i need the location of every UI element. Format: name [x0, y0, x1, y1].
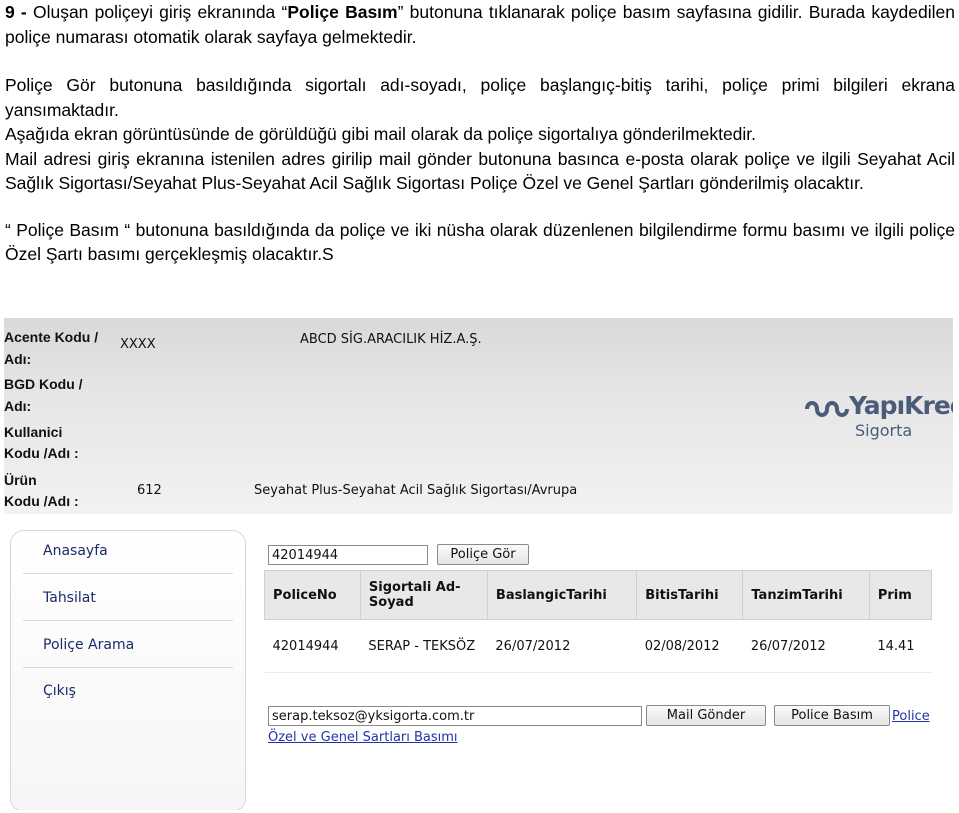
- menu-divider: [23, 667, 233, 668]
- col-header: PoliceNo: [264, 570, 361, 620]
- main-panel: 42014944 Poliçe Gör PoliceNo Sigortali A…: [254, 530, 953, 810]
- screenshot-header: Acente Kodu / XXXX ABCD SİG.ARACILIK HİZ…: [4, 318, 953, 514]
- col-header: TanzimTarihi: [742, 570, 870, 620]
- p1-text-a: Oluşan poliçeyi giriş ekranında “: [32, 2, 288, 22]
- email-input[interactable]: serap.teksoz@yksigorta.com.tr: [268, 706, 642, 726]
- table-cell: 26/07/2012: [742, 619, 870, 673]
- table-cell: 02/08/2012: [636, 619, 743, 673]
- policy-table: PoliceNo Sigortali Ad-Soyad BaslangicTar…: [264, 570, 933, 673]
- police-link[interactable]: Police: [892, 709, 930, 724]
- kullanici-kodu-label: Kodu /Adı :: [4, 445, 79, 461]
- table-cell: 26/07/2012: [487, 619, 637, 673]
- paragraph-1: 9 - Oluşan poliçeyi giriş ekranında “Pol…: [5, 0, 955, 49]
- paragraph-3: Aşağıda ekran görüntüsünde de görüldüğü …: [5, 124, 757, 144]
- policy-number-input[interactable]: 42014944: [268, 545, 428, 565]
- logo-text: YapıKredi: [849, 391, 953, 420]
- table-cell: 14.41: [869, 619, 932, 673]
- conditions-print-link[interactable]: Özel ve Genel Sartları Basımı: [268, 730, 458, 745]
- logo-subtext: Sigorta: [855, 421, 913, 440]
- urun-code: 612: [137, 483, 162, 498]
- table-cell: 42014944: [264, 619, 361, 673]
- logo-swirl-icon: [805, 401, 849, 417]
- menu-anasayfa[interactable]: Anasayfa: [43, 543, 108, 559]
- urun-name: Seyahat Plus-Seyahat Acil Sağlık Sigorta…: [254, 483, 578, 498]
- table-header-row: PoliceNo Sigortali Ad-Soyad BaslangicTar…: [264, 570, 933, 620]
- embedded-screenshot: Acente Kodu / XXXX ABCD SİG.ARACILIK HİZ…: [4, 318, 953, 810]
- col-header: BaslangicTarihi: [486, 570, 638, 620]
- adi-label: Adı:: [4, 351, 32, 367]
- acente-code: XXXX: [120, 337, 156, 352]
- mail-gonder-button[interactable]: Mail Gönder: [646, 705, 766, 726]
- table-cell: SERAP - TEKSÖZ: [360, 619, 488, 673]
- yapikredi-logo: YapıKredi Sigorta: [803, 391, 953, 443]
- urun-label: Ürün: [4, 472, 37, 488]
- p1-bold-term: Poliçe Basım: [287, 2, 398, 22]
- menu-cikis[interactable]: Çıkış: [43, 683, 76, 699]
- col-header: Sigortali Ad-Soyad: [359, 570, 488, 620]
- menu-divider: [23, 573, 233, 574]
- urun-kodu-label: Kodu /Adı :: [4, 493, 79, 509]
- menu-tahsilat[interactable]: Tahsilat: [43, 590, 96, 606]
- table-row: 42014944 SERAP - TEKSÖZ 26/07/2012 02/08…: [264, 619, 932, 673]
- paragraph-2: Poliçe Gör butonuna basıldığında sigorta…: [5, 75, 955, 120]
- police-basim-button[interactable]: Police Basım: [774, 705, 890, 726]
- side-menu: Anasayfa Tahsilat Poliçe Arama Çıkış: [10, 530, 246, 810]
- col-header: BitisTarihi: [636, 570, 744, 620]
- kullanici-label: Kullanici: [4, 424, 63, 440]
- col-header: Prim: [868, 570, 933, 620]
- paragraph-4: Mail adresi giriş ekranına istenilen adr…: [5, 148, 955, 194]
- paragraph-5: “ Poliçe Basım “ butonuna basıldığında d…: [5, 219, 955, 265]
- menu-police-arama[interactable]: Poliçe Arama: [43, 637, 134, 653]
- acente-name: ABCD SİG.ARACILIK HİZ.A.Ş.: [300, 332, 482, 347]
- bgd-label: BGD Kodu /: [4, 376, 83, 392]
- menu-divider: [23, 620, 233, 621]
- police-gor-button[interactable]: Poliçe Gör: [437, 544, 529, 565]
- bgd-adi-label: Adı:: [4, 398, 32, 414]
- acente-label: Acente Kodu /: [4, 329, 99, 345]
- step-number: 9 -: [5, 2, 33, 22]
- document-text: 9 - Oluşan poliçeyi giriş ekranında “Pol…: [5, 0, 955, 267]
